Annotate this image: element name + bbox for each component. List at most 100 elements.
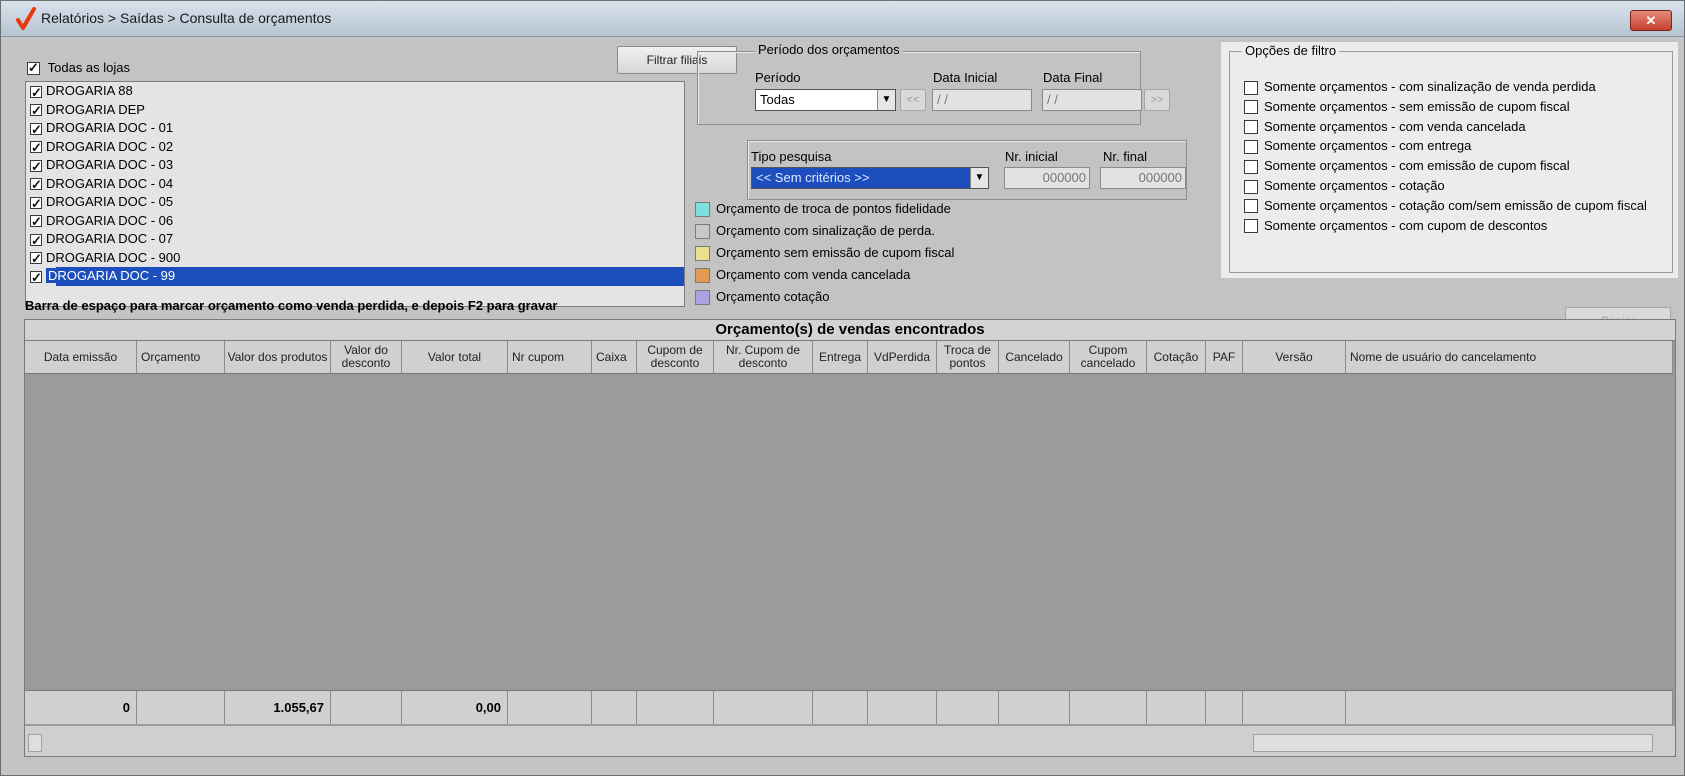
filter-option[interactable]: Somente orçamentos - com cupom de descon…	[1244, 218, 1547, 234]
legend-item: Orçamento com sinalização de perda.	[695, 223, 935, 240]
close-button[interactable]: ✕	[1630, 10, 1672, 31]
legend-label: Orçamento cotação	[716, 289, 830, 304]
stores-list[interactable]: DROGARIA 88 DROGARIA DEP DROGARIA DOC - 01…	[25, 81, 685, 307]
store-checkbox[interactable]	[30, 158, 42, 176]
filter-option-checkbox[interactable]	[1244, 179, 1258, 194]
column-header[interactable]: Nr cupom	[508, 341, 592, 374]
column-header[interactable]: Cupom de desconto	[637, 341, 714, 374]
start-date-field[interactable]: / /	[932, 89, 1032, 111]
filter-option-checkbox[interactable]	[1244, 159, 1258, 174]
store-checkbox[interactable]	[30, 84, 42, 102]
store-list-item[interactable]: DROGARIA DOC - 01	[26, 119, 684, 139]
store-checkbox[interactable]	[30, 139, 42, 157]
filter-options-panel: Opções de filtro Somente orçamentos - co…	[1221, 42, 1678, 278]
total-cell	[331, 690, 402, 724]
column-header[interactable]: Valor dos produtos	[225, 341, 331, 374]
total-cell	[637, 690, 714, 724]
store-label: DROGARIA DOC - 07	[46, 231, 174, 246]
filter-option[interactable]: Somente orçamentos - cotação com/sem emi…	[1244, 198, 1647, 214]
period-select-value: Todas	[760, 92, 795, 107]
nr-start-field[interactable]: 000000	[1004, 167, 1090, 189]
filter-option-label: Somente orçamentos - cotação	[1264, 178, 1445, 193]
filter-options-label: Opções de filtro	[1242, 43, 1340, 58]
store-list-item[interactable]: DROGARIA DOC - 03	[26, 156, 684, 176]
store-list-item[interactable]: DROGARIA DOC - 05	[26, 193, 684, 213]
total-cell	[1206, 690, 1243, 724]
filter-option-checkbox[interactable]	[1244, 199, 1258, 214]
column-header[interactable]: Entrega	[813, 341, 868, 374]
store-checkbox[interactable]	[30, 269, 42, 287]
filter-option[interactable]: Somente orçamentos - cotação	[1244, 178, 1445, 194]
end-date-field[interactable]: / /	[1042, 89, 1142, 111]
column-header[interactable]: Versão	[1243, 341, 1346, 374]
store-checkbox[interactable]	[30, 213, 42, 231]
column-header[interactable]: Nr. Cupom de desconto	[714, 341, 813, 374]
filter-option-checkbox[interactable]	[1244, 80, 1258, 95]
column-header[interactable]: Data emissão	[25, 341, 137, 374]
column-header[interactable]: Valor do desconto	[331, 341, 402, 374]
store-list-item[interactable]: DROGARIA DEP	[26, 101, 684, 120]
column-header[interactable]: Orçamento	[137, 341, 225, 374]
scroll-thumb[interactable]	[1253, 734, 1653, 752]
total-cell	[999, 690, 1070, 724]
column-header[interactable]: Valor total	[402, 341, 508, 374]
filter-option-label: Somente orçamentos - com entrega	[1264, 138, 1472, 154]
column-header[interactable]: Cotação	[1147, 341, 1206, 374]
store-checkbox[interactable]	[30, 121, 42, 139]
store-list-item[interactable]: DROGARIA DOC - 07	[26, 230, 684, 250]
prev-date-button[interactable]: <<	[900, 89, 926, 111]
legend-swatch	[695, 224, 710, 240]
column-header[interactable]: VdPerdida	[868, 341, 937, 374]
nr-end-label: Nr. final	[1103, 149, 1148, 164]
filter-option-checkbox[interactable]	[1244, 139, 1258, 154]
column-header[interactable]: Cupom cancelado	[1070, 341, 1147, 374]
filter-option[interactable]: Somente orçamentos - com entrega	[1244, 138, 1471, 154]
store-checkbox[interactable]	[30, 176, 42, 194]
chevron-down-icon[interactable]: ▼	[877, 90, 895, 110]
store-list-item[interactable]: DROGARIA DOC - 02	[26, 138, 684, 157]
store-checkbox[interactable]	[30, 250, 42, 268]
horizontal-scrollbar[interactable]	[25, 725, 1675, 756]
nr-end-field[interactable]: 000000	[1100, 167, 1186, 189]
filter-option[interactable]: Somente orçamentos - sem emissão de cupo…	[1244, 99, 1570, 115]
total-cell: 1.055,67	[225, 690, 331, 724]
next-date-button[interactable]: >>	[1144, 89, 1170, 111]
filter-option-label: Somente orçamentos - com sinalização de …	[1264, 79, 1596, 94]
store-list-item[interactable]: DROGARIA DOC - 04	[26, 175, 684, 194]
column-header[interactable]: Cancelado	[999, 341, 1070, 374]
store-list-item[interactable]: DROGARIA DOC - 06	[26, 212, 684, 231]
store-list-item[interactable]: DROGARIA DOC - 900	[26, 249, 684, 268]
filter-option[interactable]: Somente orçamentos - com emissão de cupo…	[1244, 158, 1570, 174]
column-header[interactable]: Nome de usuário do cancelamento	[1346, 341, 1673, 374]
grid-body[interactable]	[25, 375, 1675, 690]
period-select[interactable]: Todas ▼	[755, 89, 896, 111]
quotes-grid[interactable]: Orçamento(s) de vendas encontrados Data …	[24, 319, 1676, 757]
total-cell	[937, 690, 999, 724]
window-title: Relatórios > Saídas > Consulta de orçame…	[41, 10, 332, 26]
total-cell: 0	[25, 690, 137, 724]
store-label: DROGARIA DOC - 02	[46, 138, 174, 154]
filter-option-checkbox[interactable]	[1244, 120, 1258, 135]
column-header[interactable]: Troca de pontos	[937, 341, 999, 374]
filter-option-label: Somente orçamentos - com emissão de cupo…	[1264, 158, 1570, 174]
filter-option[interactable]: Somente orçamentos - com sinalização de …	[1244, 79, 1596, 95]
store-checkbox[interactable]	[30, 195, 42, 213]
column-header[interactable]: PAF	[1206, 341, 1243, 374]
filter-option-checkbox[interactable]	[1244, 100, 1258, 115]
scroll-left-button[interactable]	[28, 734, 42, 752]
store-checkbox[interactable]	[30, 102, 42, 120]
store-list-item[interactable]: DROGARIA 88	[26, 82, 684, 102]
legend-label: Orçamento sem emissão de cupom fiscal	[716, 245, 955, 260]
store-checkbox[interactable]	[30, 232, 42, 250]
all-stores-check[interactable]	[27, 60, 40, 76]
filter-option[interactable]: Somente orçamentos - com venda cancelada	[1244, 119, 1526, 135]
column-header[interactable]: Caixa	[592, 341, 637, 374]
store-list-item[interactable]: DROGARIA DOC - 99	[26, 267, 684, 287]
chevron-down-icon[interactable]: ▼	[970, 168, 988, 188]
search-type-select[interactable]: << Sem critérios >> ▼	[751, 167, 989, 189]
legend-label: Orçamento de troca de pontos fidelidade	[716, 201, 951, 216]
legend-swatch	[695, 202, 710, 218]
nr-start-label: Nr. inicial	[1005, 149, 1058, 164]
filter-option-checkbox[interactable]	[1244, 219, 1258, 234]
all-stores-checkbox[interactable]: Todas as lojas	[27, 60, 130, 76]
